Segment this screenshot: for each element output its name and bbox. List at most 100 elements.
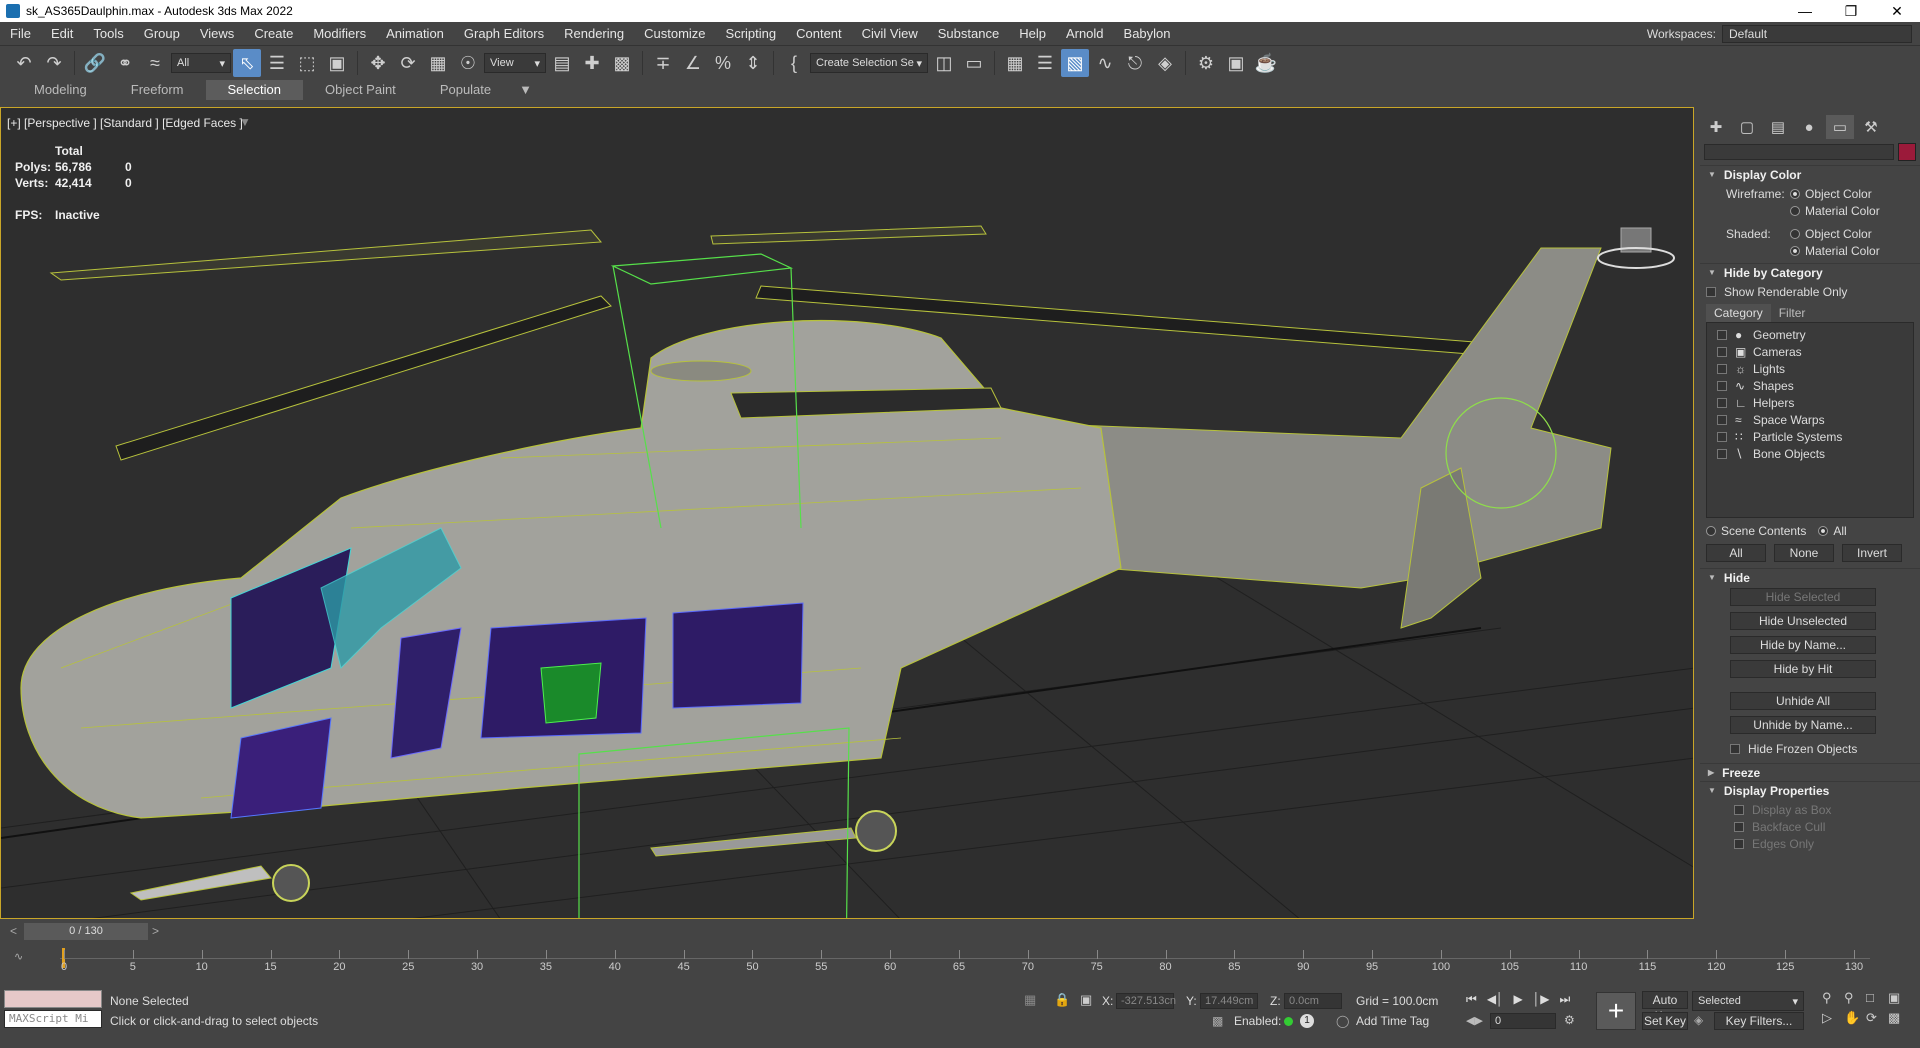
named-selection-dropdown[interactable]: Create Selection Se ▾ xyxy=(810,53,928,73)
time-tag-icon[interactable]: ◯ xyxy=(1336,1014,1349,1028)
rect-selection-icon[interactable]: ⬚ xyxy=(293,49,321,77)
maxscript-input[interactable]: MAXScript Mi xyxy=(4,1010,102,1028)
perspective-viewport[interactable]: [+] [Perspective ] [Standard ] [Edged Fa… xyxy=(0,107,1694,919)
menu-edit[interactable]: Edit xyxy=(41,26,83,41)
track-bar[interactable]: ∿ 0 5 10 15 20 25 30 35 40 45 50 55 60 65 70 75 80 85 90 95… xyxy=(0,944,1920,978)
category-checkbox[interactable] xyxy=(1717,397,1727,408)
list-item[interactable]: ∿ Shapes xyxy=(1717,377,1903,394)
motion-panel-icon[interactable]: ● xyxy=(1795,115,1823,139)
tab-populate[interactable]: Populate xyxy=(418,80,513,100)
category-checkbox[interactable] xyxy=(1717,346,1727,357)
modify-panel-icon[interactable]: ▢ xyxy=(1733,115,1761,139)
funnel-icon[interactable]: ▼ xyxy=(239,115,251,129)
selection-filter-dropdown[interactable]: All ▾ xyxy=(171,53,231,73)
close-button[interactable]: ✕ xyxy=(1874,3,1920,20)
manipulate-icon[interactable]: ✚ xyxy=(578,49,606,77)
hide-frozen-checkbox[interactable] xyxy=(1730,743,1740,754)
y-coordinate-field[interactable]: 17.449cm xyxy=(1200,993,1258,1009)
reference-coord-dropdown[interactable]: View ▾ xyxy=(484,53,546,73)
maximize-button[interactable]: ❐ xyxy=(1828,3,1874,20)
zoom-all-icon[interactable]: ⚲ xyxy=(1844,990,1866,1006)
viewport-label[interactable]: [+] [Perspective ] [Standard ] [Edged Fa… xyxy=(7,116,243,130)
menu-graph-editors[interactable]: Graph Editors xyxy=(454,26,554,41)
mini-curve-editor-icon[interactable]: ∿ xyxy=(14,950,23,963)
maxscript-listener-output[interactable] xyxy=(4,990,102,1008)
schematic-view-icon[interactable]: ⎋ xyxy=(1121,49,1149,77)
freeze-rollout[interactable]: ▶ Freeze xyxy=(1700,763,1920,781)
zoom-extents-all-icon[interactable]: ▣ xyxy=(1888,990,1910,1006)
ribbon-options-icon[interactable]: ▼ xyxy=(513,80,538,100)
tab-category[interactable]: Category xyxy=(1706,304,1771,322)
prev-frame-icon[interactable]: < xyxy=(10,924,17,938)
percent-snap-icon[interactable]: % xyxy=(709,49,737,77)
edges-only-checkbox[interactable] xyxy=(1734,838,1744,849)
workspace-dropdown[interactable]: Default xyxy=(1722,24,1912,43)
display-properties-rollout[interactable]: ▼ Display Properties xyxy=(1700,781,1920,799)
rotate-icon[interactable]: ⟳ xyxy=(394,49,422,77)
key-filters-button[interactable]: Key Filters... xyxy=(1714,1012,1804,1030)
list-item[interactable]: ∟ Helpers xyxy=(1717,394,1903,411)
key-selection-dropdown[interactable]: Selected ▾ xyxy=(1692,991,1804,1011)
tab-selection[interactable]: Selection xyxy=(205,80,303,100)
current-frame-field[interactable]: 0 xyxy=(1490,1013,1556,1029)
key-icon[interactable]: ◈ xyxy=(1694,1013,1703,1027)
wireframe-material-color-radio[interactable] xyxy=(1790,205,1800,216)
go-to-end-icon[interactable]: ⏭ xyxy=(1560,992,1571,1007)
menu-file[interactable]: File xyxy=(0,26,41,41)
keyboard-override-icon[interactable]: ▩ xyxy=(608,49,636,77)
material-editor-icon[interactable]: ◈ xyxy=(1151,49,1179,77)
zoom-icon[interactable]: ⚲ xyxy=(1822,990,1844,1006)
pan-icon[interactable]: ✋ xyxy=(1844,1010,1866,1026)
menu-help[interactable]: Help xyxy=(1009,26,1056,41)
placement-icon[interactable]: ☉ xyxy=(454,49,482,77)
display-color-rollout[interactable]: ▼ Display Color xyxy=(1700,165,1920,183)
render-production-icon[interactable]: ☕ xyxy=(1252,49,1280,77)
unhide-all-button[interactable]: Unhide All xyxy=(1730,692,1876,710)
category-checkbox[interactable] xyxy=(1717,363,1727,374)
menu-rendering[interactable]: Rendering xyxy=(554,26,634,41)
menu-babylon[interactable]: Babylon xyxy=(1114,26,1181,41)
hide-rollout[interactable]: ▼ Hide xyxy=(1700,568,1920,586)
menu-content[interactable]: Content xyxy=(786,26,852,41)
previous-key-icon[interactable]: ◀│ xyxy=(1487,992,1504,1007)
isolate-icon[interactable]: ▦ xyxy=(1024,992,1036,1008)
ribbon-toggle-icon[interactable]: ▧ xyxy=(1061,49,1089,77)
list-item[interactable]: ● Geometry xyxy=(1717,326,1903,343)
menu-views[interactable]: Views xyxy=(190,26,244,41)
maximize-viewport-icon[interactable]: ▩ xyxy=(1888,1010,1910,1026)
time-config-icon[interactable]: ⚙ xyxy=(1564,1013,1575,1027)
time-slider[interactable]: 0 / 130 xyxy=(24,923,148,940)
tab-modeling[interactable]: Modeling xyxy=(12,80,109,100)
unhide-by-name-button[interactable]: Unhide by Name... xyxy=(1730,716,1876,734)
show-renderable-checkbox[interactable] xyxy=(1706,286,1716,297)
menu-group[interactable]: Group xyxy=(134,26,190,41)
rendered-frame-icon[interactable]: ▣ xyxy=(1222,49,1250,77)
menu-animation[interactable]: Animation xyxy=(376,26,454,41)
align-icon[interactable]: ▭ xyxy=(960,49,988,77)
edit-named-sets-icon[interactable]: { xyxy=(780,49,808,77)
curve-editor-icon[interactable]: ∿ xyxy=(1091,49,1119,77)
undo-icon[interactable]: ↶ xyxy=(10,49,38,77)
timeline-ruler[interactable]: 0 5 10 15 20 25 30 35 40 45 50 55 60 65 70 75 80 85 90 95 10… xyxy=(60,944,1870,978)
tab-filter[interactable]: Filter xyxy=(1771,304,1814,322)
render-setup-icon[interactable]: ⚙ xyxy=(1192,49,1220,77)
hierarchy-panel-icon[interactable]: ▤ xyxy=(1764,115,1792,139)
pivot-center-icon[interactable]: ▤ xyxy=(548,49,576,77)
z-coordinate-field[interactable]: 0.0cm xyxy=(1284,993,1342,1009)
add-time-tag[interactable]: Add Time Tag xyxy=(1356,1014,1429,1028)
set-key-big-icon[interactable]: + xyxy=(1596,992,1636,1030)
snap-3d-icon[interactable]: ∓ xyxy=(649,49,677,77)
go-to-start-icon[interactable]: ⏮ xyxy=(1466,992,1477,1007)
list-item[interactable]: ▣ Cameras xyxy=(1717,343,1903,360)
mirror-icon[interactable]: ◫ xyxy=(930,49,958,77)
display-panel-icon[interactable]: ▭ xyxy=(1826,115,1854,139)
enabled-status-dot[interactable] xyxy=(1284,1017,1293,1026)
all-button[interactable]: All xyxy=(1706,544,1766,562)
scene-explorer-icon[interactable]: ▦ xyxy=(1001,49,1029,77)
menu-substance[interactable]: Substance xyxy=(928,26,1009,41)
hide-by-category-rollout[interactable]: ▼ Hide by Category xyxy=(1700,263,1920,281)
scene-contents-radio[interactable] xyxy=(1706,525,1716,536)
minimize-button[interactable]: — xyxy=(1782,3,1828,19)
menu-arnold[interactable]: Arnold xyxy=(1056,26,1114,41)
category-checkbox[interactable] xyxy=(1717,414,1727,425)
